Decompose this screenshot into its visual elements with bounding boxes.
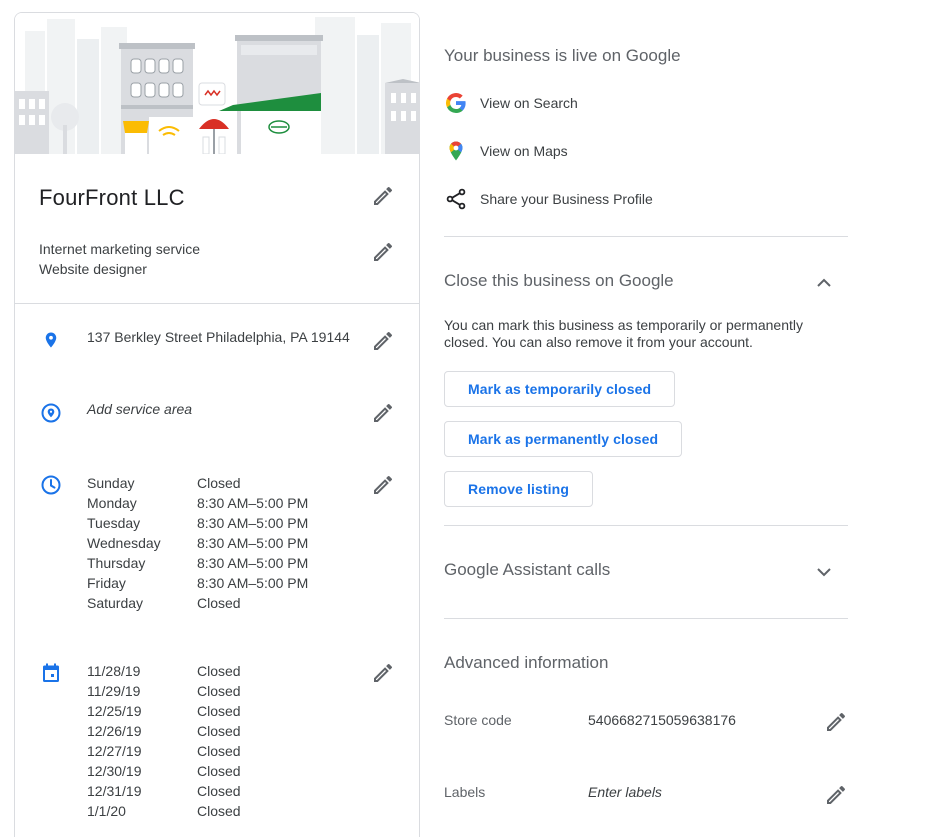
- hours-time: Closed: [197, 475, 241, 491]
- edit-service-area-pencil-icon[interactable]: [371, 401, 395, 425]
- special-hours-row: 12/31/19 Closed: [87, 781, 241, 801]
- mark-permanently-closed-button[interactable]: Mark as permanently closed: [444, 421, 683, 457]
- view-on-maps-link[interactable]: View on Maps: [444, 139, 568, 163]
- calendar-icon: [39, 661, 63, 685]
- hours-row: Monday 8:30 AM–5:00 PM: [87, 493, 308, 513]
- edit-address-pencil-icon[interactable]: [371, 329, 395, 353]
- special-time: Closed: [197, 703, 241, 719]
- section-divider: [444, 236, 848, 237]
- google-g-icon: [444, 91, 468, 115]
- hours-day: Saturday: [87, 595, 144, 611]
- view-on-maps-label: View on Maps: [480, 143, 568, 159]
- hours-time: 8:30 AM–5:00 PM: [197, 495, 309, 511]
- special-hours-row: 12/26/19 Closed: [87, 721, 241, 741]
- special-time: Closed: [197, 783, 241, 799]
- mark-temporarily-closed-button[interactable]: Mark as temporarily closed: [444, 371, 676, 407]
- hours-day: Wednesday: [87, 535, 161, 551]
- edit-labels-pencil-icon[interactable]: [824, 783, 848, 807]
- share-icon: [444, 187, 468, 211]
- hours-time: 8:30 AM–5:00 PM: [197, 555, 309, 571]
- special-date: 12/25/19: [87, 703, 142, 719]
- edit-categories-pencil-icon[interactable]: [371, 240, 395, 264]
- close-business-description: You can mark this business as temporaril…: [444, 317, 803, 350]
- hours-row: Tuesday 8:30 AM–5:00 PM: [87, 513, 308, 533]
- labels-input[interactable]: Enter labels: [588, 784, 662, 800]
- clock-icon: [39, 473, 63, 497]
- hours-row: Saturday Closed: [87, 593, 308, 613]
- chevron-up-icon[interactable]: [812, 271, 836, 295]
- special-hours-row: 11/29/19 Closed: [87, 681, 241, 701]
- edit-store-code-pencil-icon[interactable]: [824, 710, 848, 734]
- special-hours-row: 1/1/20 Closed: [87, 801, 241, 821]
- location-pin-icon: [39, 329, 63, 353]
- special-time: Closed: [197, 663, 241, 679]
- card-divider: [15, 303, 419, 304]
- remove-listing-button[interactable]: Remove listing: [444, 471, 593, 507]
- hours-day: Tuesday: [87, 515, 141, 531]
- store-code-value: 5406682715059638176: [588, 712, 736, 728]
- business-name-row: FourFront LLC: [39, 185, 399, 211]
- business-hours-list: Sunday Closed Monday 8:30 AM–5:00 PM Tuesd…: [87, 473, 308, 613]
- special-date: 11/29/19: [87, 683, 141, 699]
- special-time: Closed: [197, 803, 241, 819]
- special-hours-row: 11/28/19 Closed: [87, 661, 241, 681]
- view-on-search-link[interactable]: View on Search: [444, 91, 578, 115]
- special-hours-row: 12/30/19 Closed: [87, 761, 241, 781]
- edit-hours-pencil-icon[interactable]: [371, 473, 395, 497]
- storefront-illustration: [15, 13, 419, 154]
- business-info-card: FourFront LLC Internet marketing service…: [14, 12, 420, 837]
- chevron-down-icon[interactable]: [812, 560, 836, 584]
- live-status-title: Your business is live on Google: [444, 46, 681, 65]
- hours-time: 8:30 AM–5:00 PM: [197, 515, 309, 531]
- section-divider: [444, 525, 848, 526]
- hours-time: 8:30 AM–5:00 PM: [197, 575, 309, 591]
- hours-time: Closed: [197, 595, 241, 611]
- hours-row: Friday 8:30 AM–5:00 PM: [87, 573, 308, 593]
- advanced-info-title: Advanced information: [444, 653, 609, 672]
- view-on-search-label: View on Search: [480, 95, 578, 111]
- special-date: 12/30/19: [87, 763, 142, 779]
- business-address: 137 Berkley Street Philadelphia, PA 1914…: [87, 329, 350, 345]
- special-date: 12/26/19: [87, 723, 142, 739]
- hours-time: 8:30 AM–5:00 PM: [197, 535, 309, 551]
- hours-day: Monday: [87, 495, 137, 511]
- hours-day: Thursday: [87, 555, 146, 571]
- hours-day: Friday: [87, 575, 126, 591]
- edit-special-hours-pencil-icon[interactable]: [371, 661, 395, 685]
- special-date: 12/27/19: [87, 743, 142, 759]
- hours-row: Thursday 8:30 AM–5:00 PM: [87, 553, 308, 573]
- business-name: FourFront LLC: [39, 185, 185, 210]
- special-hours-list: 11/28/19 Closed 11/29/19 Closed 12/25/19 Cl…: [87, 661, 241, 821]
- special-time: Closed: [197, 743, 241, 759]
- category-primary: Internet marketing service: [39, 241, 201, 257]
- special-date: 1/1/20: [87, 803, 126, 819]
- special-date: 12/31/19: [87, 783, 142, 799]
- edit-name-pencil-icon[interactable]: [371, 184, 395, 208]
- hours-row: Sunday Closed: [87, 473, 308, 493]
- maps-pin-icon: [444, 139, 468, 163]
- section-divider: [444, 618, 848, 619]
- share-profile-label: Share your Business Profile: [480, 191, 653, 207]
- special-time: Closed: [197, 683, 241, 699]
- category-secondary: Website designer: [39, 261, 147, 277]
- hours-row: Wednesday 8:30 AM–5:00 PM: [87, 533, 308, 553]
- share-profile-link[interactable]: Share your Business Profile: [444, 187, 653, 211]
- assistant-calls-section-title[interactable]: Google Assistant calls: [444, 560, 610, 580]
- add-service-area-link[interactable]: Add service area: [87, 401, 192, 417]
- hours-day: Sunday: [87, 475, 135, 491]
- store-code-label: Store code: [444, 712, 512, 728]
- close-business-section-title[interactable]: Close this business on Google: [444, 271, 674, 291]
- labels-label: Labels: [444, 784, 486, 800]
- special-time: Closed: [197, 763, 241, 779]
- service-area-target-icon: [39, 401, 63, 425]
- special-time: Closed: [197, 723, 241, 739]
- business-categories: Internet marketing service Website desig…: [39, 239, 200, 279]
- special-hours-row: 12/27/19 Closed: [87, 741, 241, 761]
- special-date: 11/28/19: [87, 663, 141, 679]
- special-hours-row: 12/25/19 Closed: [87, 701, 241, 721]
